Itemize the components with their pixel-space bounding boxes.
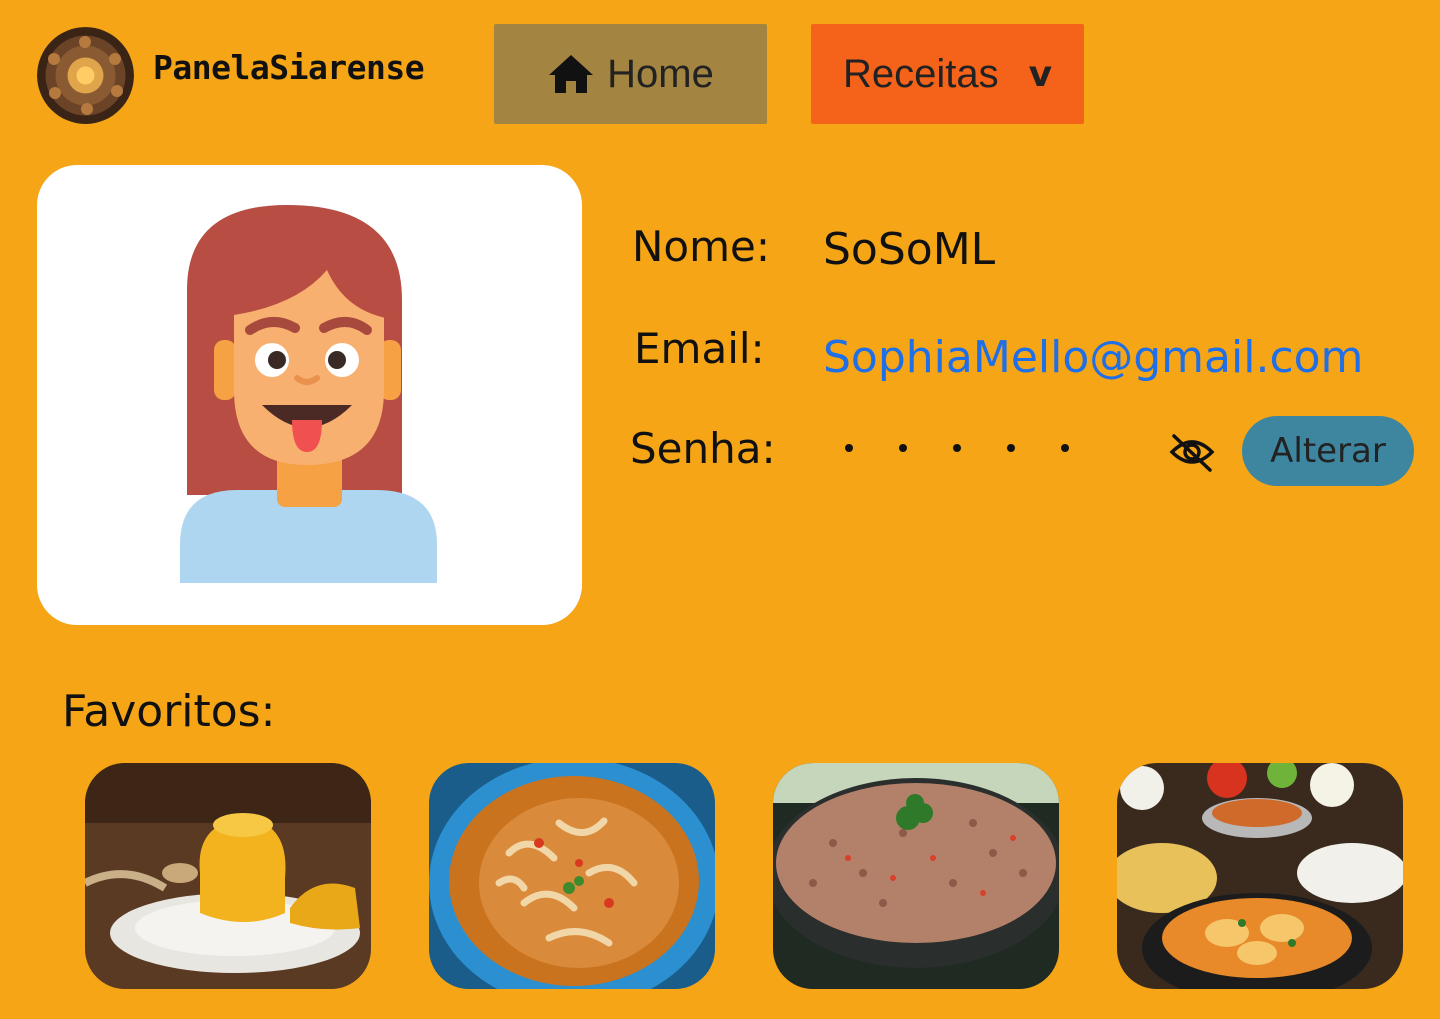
brand-name[interactable]: PanelaSiarense — [153, 48, 425, 87]
chevron-down-icon: v — [1028, 53, 1053, 95]
password-mask — [845, 432, 1069, 452]
email-label: Email: — [634, 324, 765, 373]
brand-logo[interactable] — [37, 27, 134, 124]
avatar — [180, 205, 437, 583]
name-value: SoSoML — [823, 224, 996, 275]
favorite-card-cuscuz[interactable] — [85, 763, 371, 989]
email-value[interactable]: SophiaMello@gmail.com — [823, 332, 1363, 383]
home-icon — [549, 55, 594, 93]
change-password-button[interactable]: Alterar — [1242, 416, 1414, 486]
recipes-button-label: Receitas — [842, 51, 999, 96]
home-button[interactable]: Home — [494, 24, 767, 124]
eye-slash-icon[interactable] — [1168, 432, 1216, 472]
name-label: Nome: — [632, 222, 771, 271]
recipes-dropdown-button[interactable]: Receitas v — [811, 24, 1084, 124]
favorite-card-panelada[interactable] — [429, 763, 715, 989]
home-button-label: Home — [607, 51, 714, 96]
favorites-title: Favoritos: — [62, 686, 276, 737]
favorite-card-baiao[interactable] — [773, 763, 1059, 989]
favorite-card-peixada[interactable] — [1117, 763, 1403, 989]
password-label: Senha: — [630, 424, 776, 473]
profile-avatar-card — [37, 165, 582, 625]
